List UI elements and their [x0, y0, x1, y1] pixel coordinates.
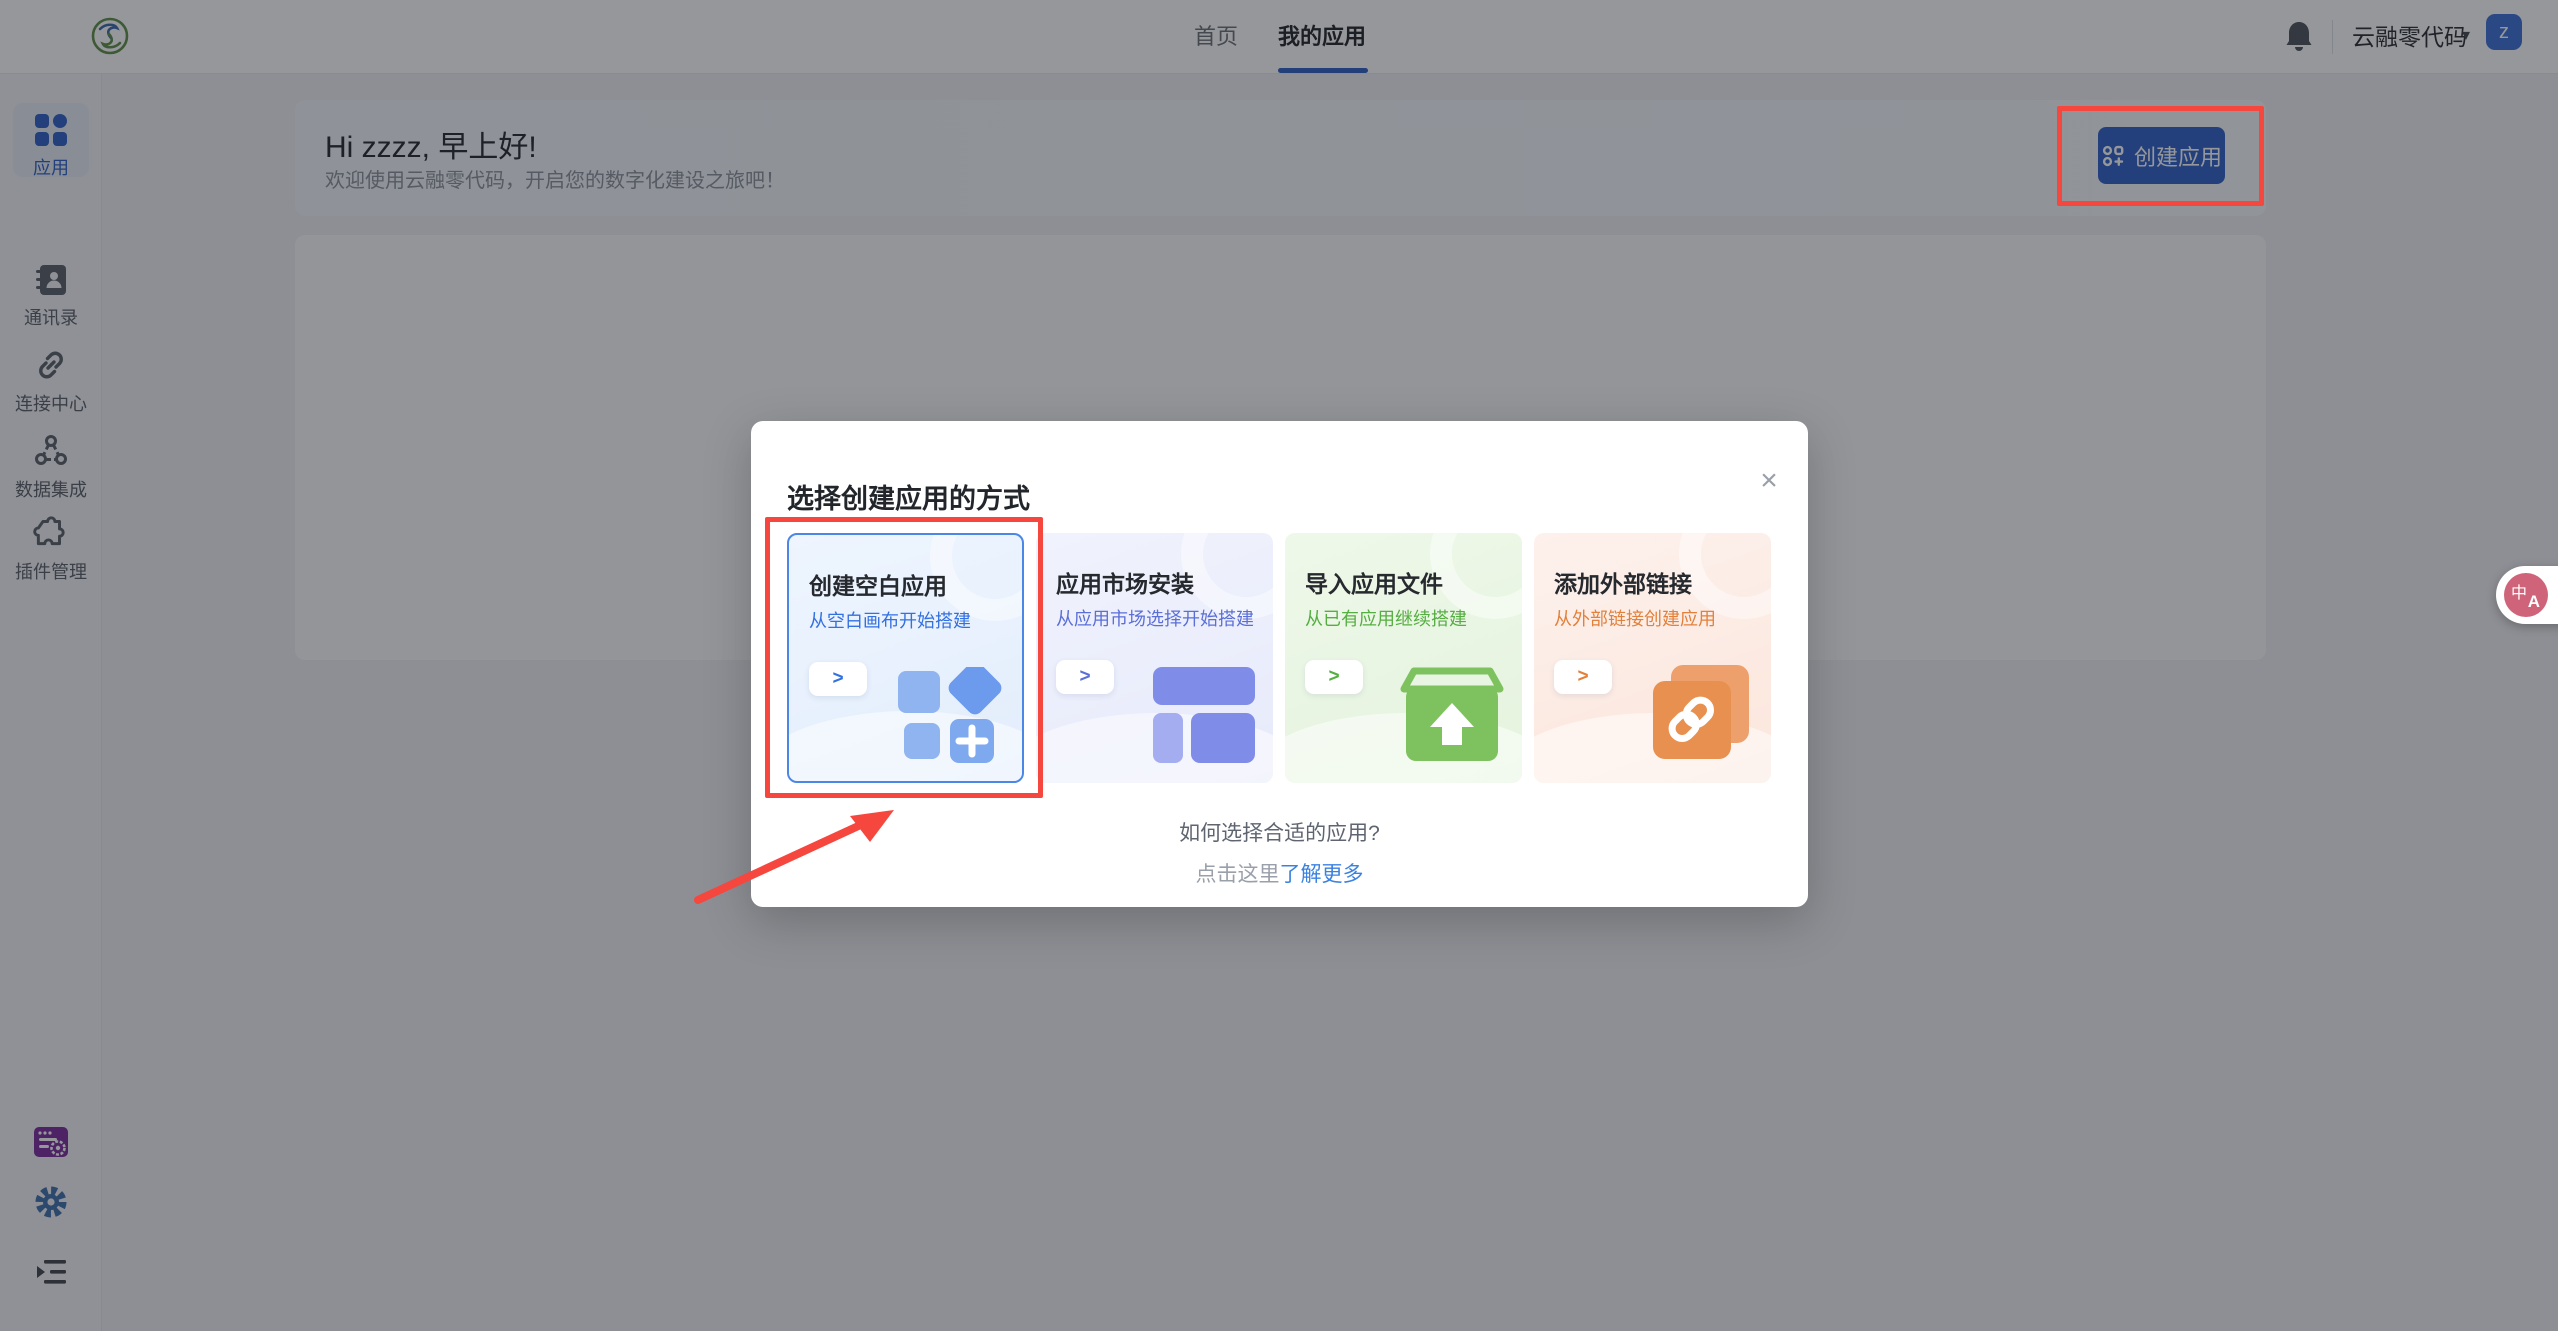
translate-zh-glyph: 中 [2511, 585, 2528, 602]
external-link-illustration [1653, 665, 1749, 759]
footer-hint-prefix: 点击这里 [1195, 863, 1280, 886]
card-subtitle: 从已有应用继续搭建 [1305, 609, 1467, 629]
close-icon[interactable]: × [1751, 463, 1787, 499]
card-title: 添加外部链接 [1554, 571, 1692, 597]
annotation-box-create-button [2057, 106, 2264, 206]
card-arrow-chip[interactable]: > [1305, 660, 1363, 694]
market-layout-illustration [1153, 667, 1255, 763]
card-title: 导入应用文件 [1305, 571, 1443, 597]
card-app-market-install[interactable]: 应用市场安装 从应用市场选择开始搭建 > [1036, 533, 1273, 783]
card-arrow-chip[interactable]: > [1554, 660, 1612, 694]
card-arrow-chip[interactable]: > [1056, 660, 1114, 694]
card-import-app-file[interactable]: 导入应用文件 从已有应用继续搭建 > [1285, 533, 1522, 783]
annotation-box-blank-card [765, 517, 1043, 798]
translate-fab[interactable]: 中 A [2496, 566, 2558, 624]
card-title: 应用市场安装 [1056, 571, 1194, 597]
card-add-external-link[interactable]: 添加外部链接 从外部链接创建应用 > [1534, 533, 1771, 783]
card-subtitle: 从应用市场选择开始搭建 [1056, 609, 1254, 629]
learn-more-link[interactable]: 了解更多 [1280, 863, 1364, 886]
card-subtitle: 从外部链接创建应用 [1554, 609, 1716, 629]
annotation-arrow [694, 810, 894, 904]
app-window: 首页 我的应用 云融零代码 ▾ z 应用 通讯录 连接中心 数据集成 插件管理 … [0, 0, 2558, 1331]
modal-title: 选择创建应用的方式 [787, 484, 1030, 514]
translate-icon: 中 A [2504, 573, 2548, 617]
translate-en-glyph: A [2527, 592, 2540, 611]
import-box-illustration [1400, 667, 1504, 761]
